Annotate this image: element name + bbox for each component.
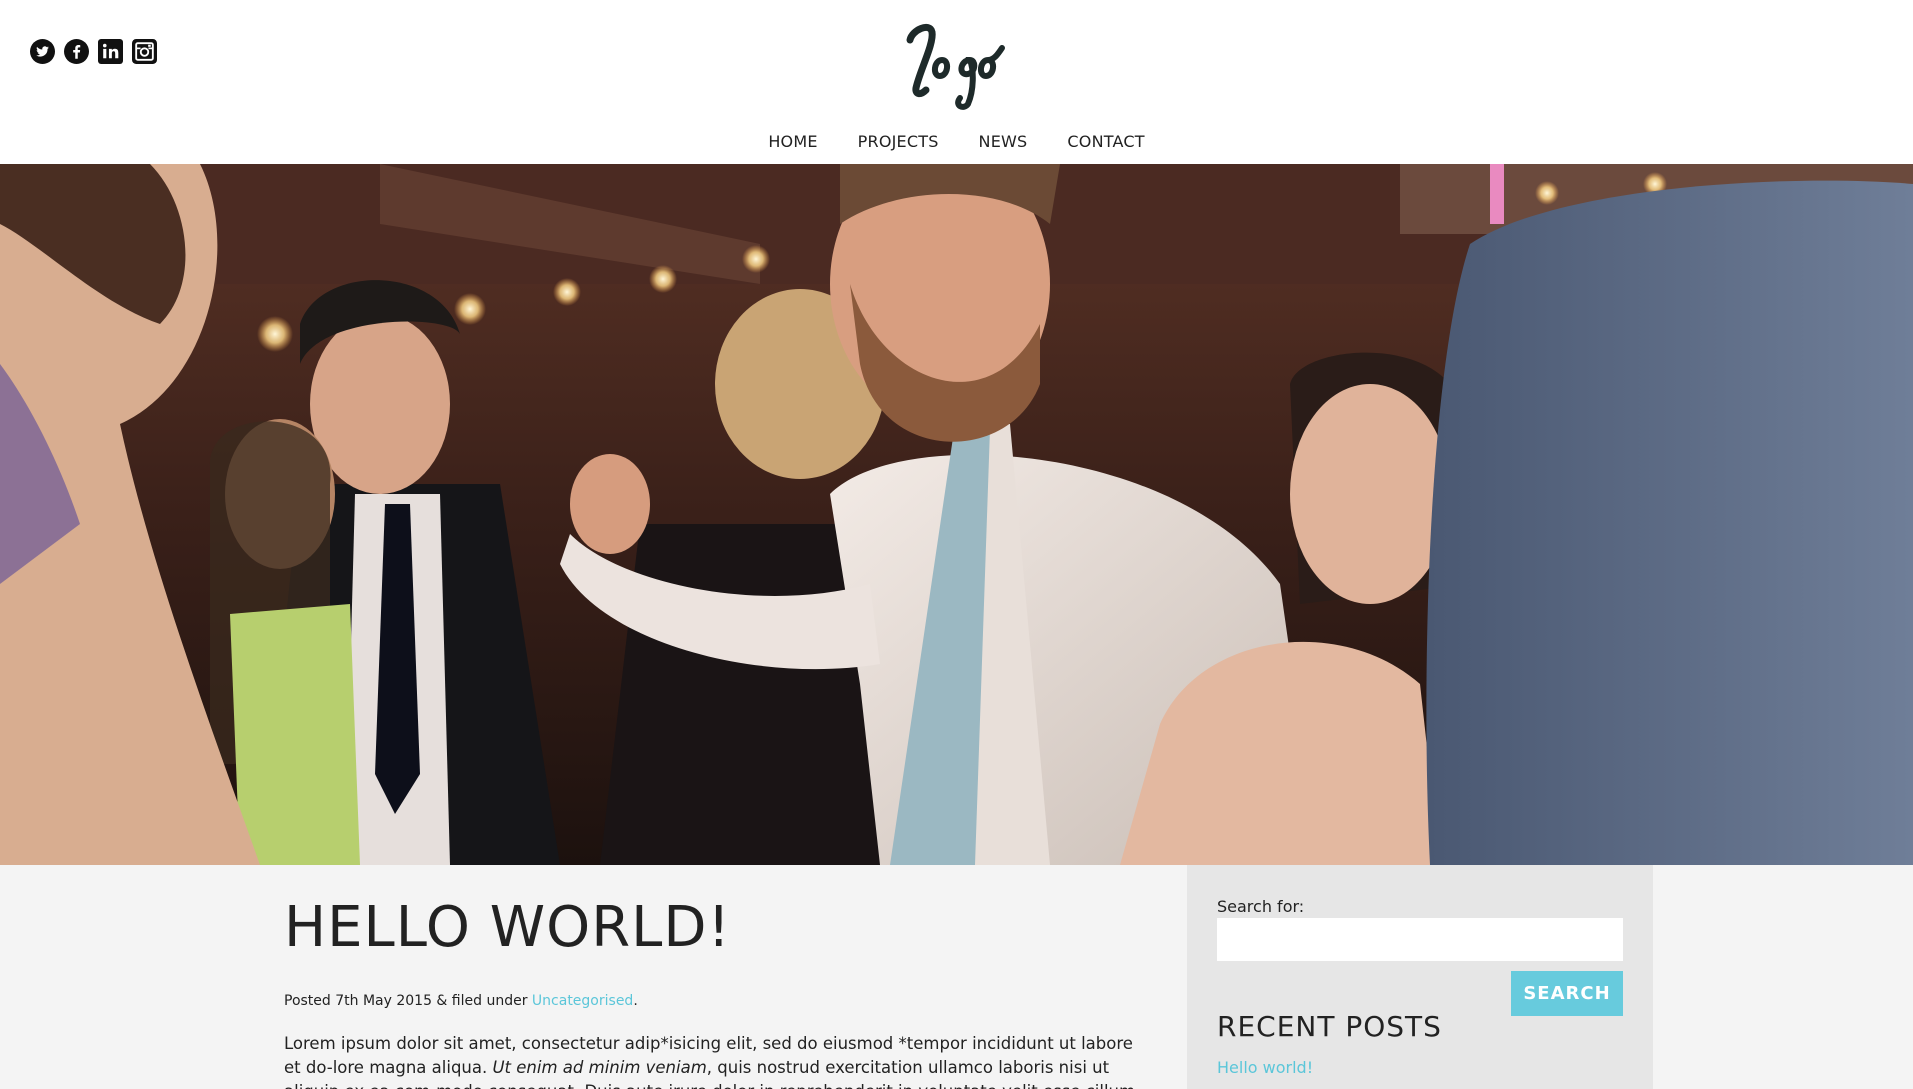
sidebar: Search for: SEARCH RECENT POSTS Hello wo…	[1187, 865, 1653, 1089]
recent-post-link[interactable]: Hello world!	[1217, 1058, 1313, 1077]
nav-news[interactable]: NEWS	[959, 128, 1048, 155]
post-body: Lorem ipsum dolor sit amet, consectetur …	[284, 1032, 1144, 1089]
twitter-link[interactable]	[30, 39, 55, 64]
site-header: HOME PROJECTS NEWS CONTACT	[0, 0, 1913, 164]
recent-posts-list: Hello world!	[1217, 1058, 1313, 1077]
linkedin-link[interactable]	[98, 39, 123, 64]
search-input[interactable]	[1217, 918, 1623, 961]
instagram-link[interactable]	[132, 39, 157, 64]
linkedin-icon	[98, 39, 123, 64]
post-meta: Posted 7th May 2015 & filed under Uncate…	[284, 993, 638, 1009]
post-meta-suffix: .	[633, 993, 638, 1009]
search-label: Search for:	[1217, 897, 1305, 916]
site-logo[interactable]	[890, 10, 1010, 110]
hero-image	[0, 164, 1913, 865]
list-item: Hello world!	[1217, 1058, 1313, 1077]
post-body-emphasis: Ut enim ad minim veniam	[492, 1058, 707, 1077]
social-links	[30, 39, 157, 64]
nav-contact[interactable]: CONTACT	[1047, 128, 1164, 155]
twitter-icon	[30, 39, 55, 64]
facebook-icon	[64, 39, 89, 64]
main-nav: HOME PROJECTS NEWS CONTACT	[0, 128, 1913, 155]
instagram-icon	[132, 39, 157, 64]
post-title: HELLO WORLD!	[284, 895, 731, 960]
search-button[interactable]: SEARCH	[1511, 971, 1623, 1016]
category-link[interactable]: Uncategorised	[532, 993, 633, 1009]
nav-home[interactable]: HOME	[748, 128, 837, 155]
post-meta-prefix: Posted 7th May 2015 & filed under	[284, 993, 532, 1009]
post-article: HELLO WORLD! Posted 7th May 2015 & filed…	[284, 865, 1144, 1089]
nav-projects[interactable]: PROJECTS	[838, 128, 959, 155]
facebook-link[interactable]	[64, 39, 89, 64]
recent-posts-title: RECENT POSTS	[1217, 1010, 1442, 1043]
logo-mark	[906, 24, 1005, 110]
